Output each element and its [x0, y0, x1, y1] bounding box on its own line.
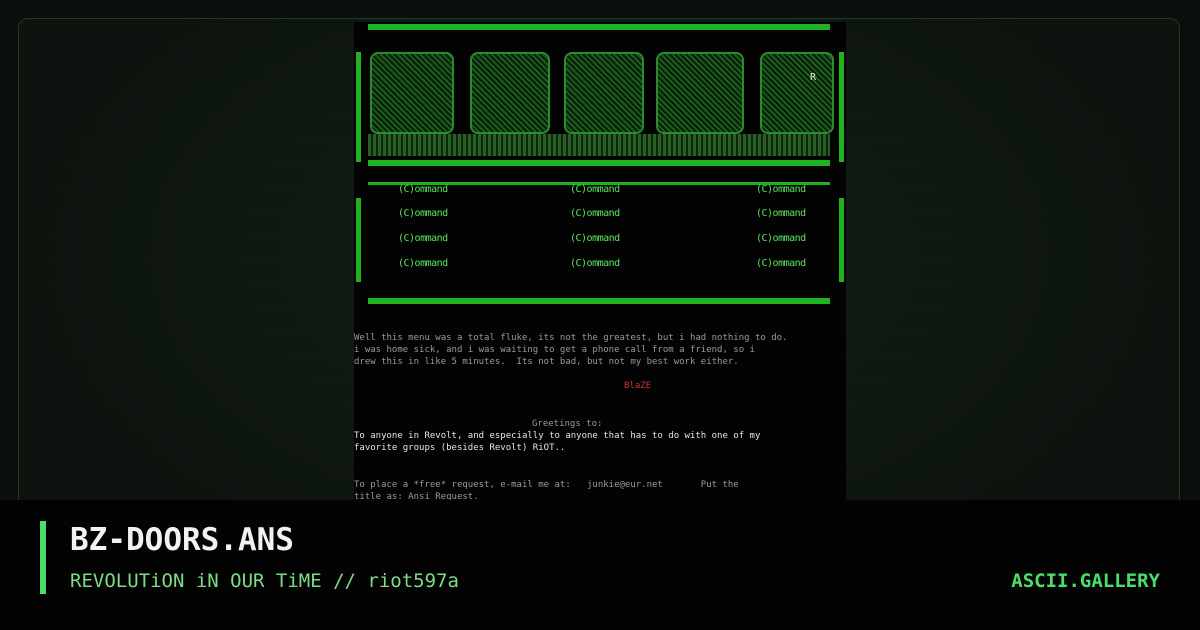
- menu-command: (C)ommand: [570, 208, 620, 219]
- request-line: title as: Ansi Request.: [354, 492, 479, 500]
- logo-underline-pattern: [368, 134, 830, 156]
- menu-command: (C)ommand: [570, 258, 620, 269]
- greetings-line: favorite groups (besides Revolt) RiOT..: [354, 443, 566, 453]
- logo-letter-d: [370, 52, 454, 134]
- caption-bar: [0, 500, 1200, 630]
- greetings-heading: Greetings to:: [532, 419, 603, 429]
- menu-right-line: [839, 198, 844, 282]
- menu-command: (C)ommand: [756, 208, 806, 219]
- menu-command: (C)ommand: [756, 233, 806, 244]
- menu-command: (C)ommand: [570, 233, 620, 244]
- menu-command: (C)ommand: [398, 208, 448, 219]
- notes-line: i was home sick, and i was waiting to ge…: [354, 345, 755, 355]
- menu-left-line: [356, 198, 361, 282]
- frame-left-line: [356, 52, 361, 162]
- accent-stripe: [40, 521, 46, 594]
- menu-command: (C)ommand: [398, 258, 448, 269]
- notes-line: Well this menu was a total fluke, its no…: [354, 333, 788, 343]
- logo-letter-s: [760, 52, 834, 134]
- menu-command: (C)ommand: [756, 184, 806, 195]
- menu-bottom-line: [368, 298, 830, 304]
- ansi-artwork: R (C)ommand (C)ommand (C)ommand (C)omman…: [354, 22, 846, 500]
- logo-letter-o1: [470, 52, 550, 134]
- request-line: To place a *free* request, e-mail me at:…: [354, 480, 739, 490]
- artwork-subtitle: REVOLUTiON iN OUR TiME // riot597a: [70, 570, 459, 592]
- menu-command: (C)ommand: [756, 258, 806, 269]
- site-brand: ASCII.GALLERY: [1011, 570, 1160, 592]
- logo-letter-r: [656, 52, 744, 134]
- menu-command: (C)ommand: [398, 184, 448, 195]
- artwork-title: BZ-DOORS.ANS: [70, 522, 294, 558]
- notes-line: drew this in like 5 minutes. Its not bad…: [354, 357, 739, 367]
- artist-signature: BlaZE: [624, 381, 652, 391]
- frame-right-line: [839, 52, 844, 162]
- logo-letter-o2: [564, 52, 644, 134]
- frame-top-line: [368, 24, 830, 30]
- menu-command: (C)ommand: [398, 233, 448, 244]
- frame-bottom-line: [368, 160, 830, 166]
- menu-command: (C)ommand: [570, 184, 620, 195]
- logo-tag: R: [810, 72, 817, 83]
- greetings-line: To anyone in Revolt, and especially to a…: [354, 431, 761, 441]
